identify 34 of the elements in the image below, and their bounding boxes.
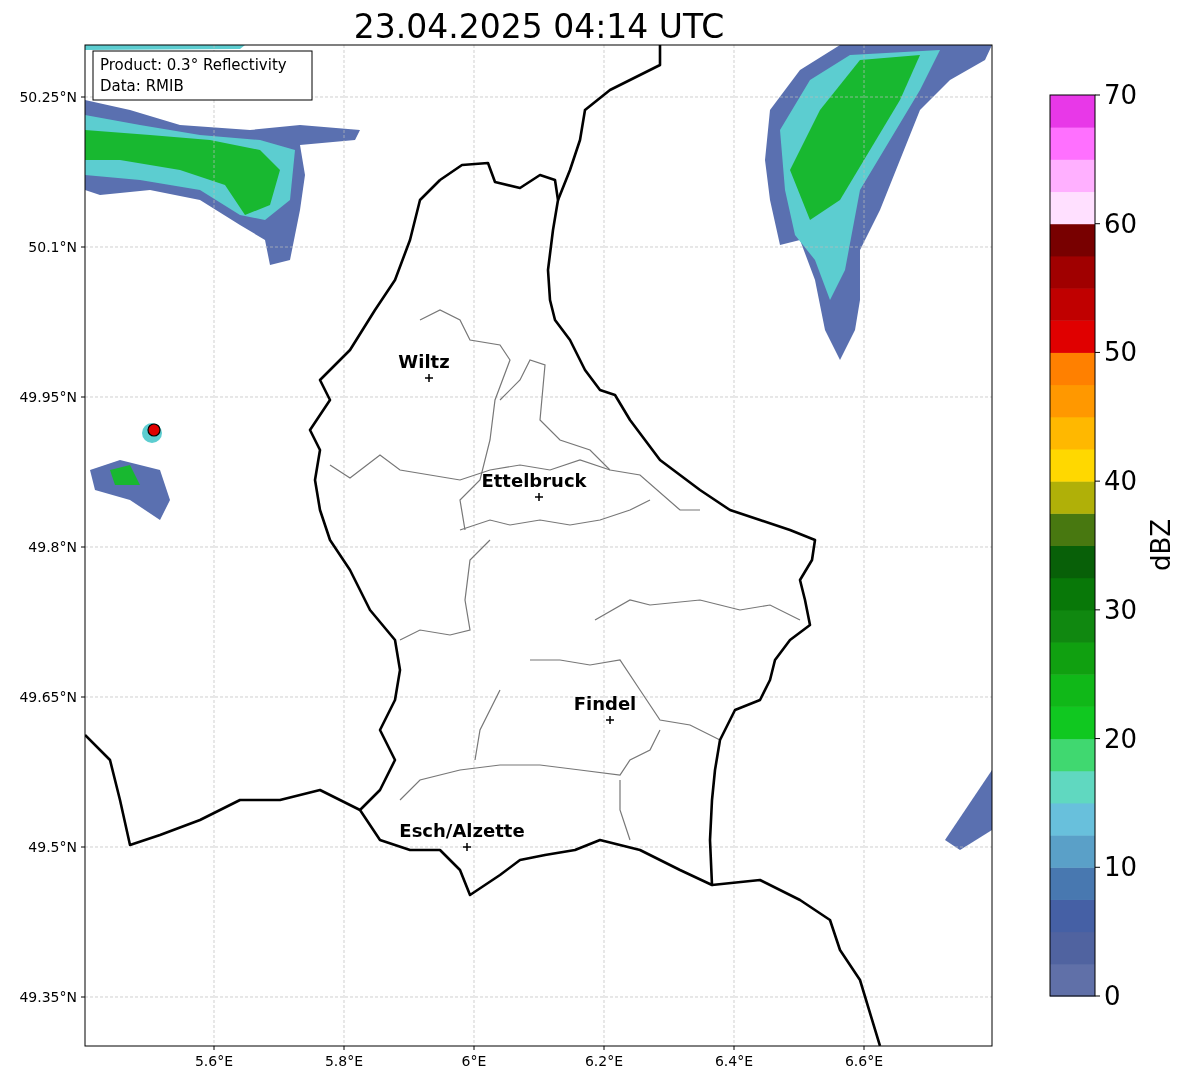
color-scale-tick-label: 20 bbox=[1104, 723, 1138, 754]
y-tick-label: 49.35°N bbox=[19, 989, 77, 1005]
city-label: Findel bbox=[573, 693, 637, 714]
city-label: Ettelbruck bbox=[481, 470, 587, 491]
radar-site-marker bbox=[147, 423, 161, 437]
color-scale-tick-label: 30 bbox=[1104, 594, 1138, 625]
color-scale-tick-label: 60 bbox=[1104, 208, 1138, 239]
x-tick-label: 5.8°E bbox=[324, 1053, 364, 1069]
city-label: Esch/Alzette bbox=[399, 820, 525, 841]
city-marker-icon bbox=[424, 373, 434, 383]
map-title: 23.04.2025 04:14 UTC bbox=[353, 7, 725, 46]
color-scale-tick-label: 0 bbox=[1104, 981, 1121, 1011]
y-tick-label: 49.5°N bbox=[28, 839, 77, 855]
color-scale-tick-label: 50 bbox=[1104, 337, 1138, 368]
y-tick-label: 50.1°N bbox=[28, 239, 77, 255]
y-tick-label: 49.95°N bbox=[19, 389, 77, 405]
color-scale-tick-label: 40 bbox=[1104, 466, 1138, 497]
color-scale-title: dBZ bbox=[1146, 518, 1176, 572]
info-text: Data: RMIB bbox=[100, 77, 184, 95]
x-tick-label: 6.6°E bbox=[844, 1053, 884, 1069]
y-tick-label: 50.25°N bbox=[19, 89, 77, 105]
x-tick-label: 6.2°E bbox=[584, 1053, 624, 1069]
info-text: Product: 0.3° Reflectivity bbox=[100, 56, 287, 74]
color-scale-tick-label: 10 bbox=[1104, 852, 1138, 883]
y-tick-label: 49.8°N bbox=[28, 539, 77, 555]
x-tick-label: 5.6°E bbox=[194, 1053, 234, 1069]
city-marker-icon bbox=[605, 715, 615, 725]
color-scale-tick-label: 70 bbox=[1104, 80, 1138, 110]
city-label: Wiltz bbox=[398, 351, 450, 372]
city-marker-icon bbox=[462, 842, 472, 852]
y-tick-label: 49.65°N bbox=[19, 689, 77, 705]
x-tick-label: 6°E bbox=[461, 1053, 487, 1069]
city-marker-icon bbox=[534, 492, 544, 502]
x-tick-label: 6.4°E bbox=[714, 1053, 754, 1069]
